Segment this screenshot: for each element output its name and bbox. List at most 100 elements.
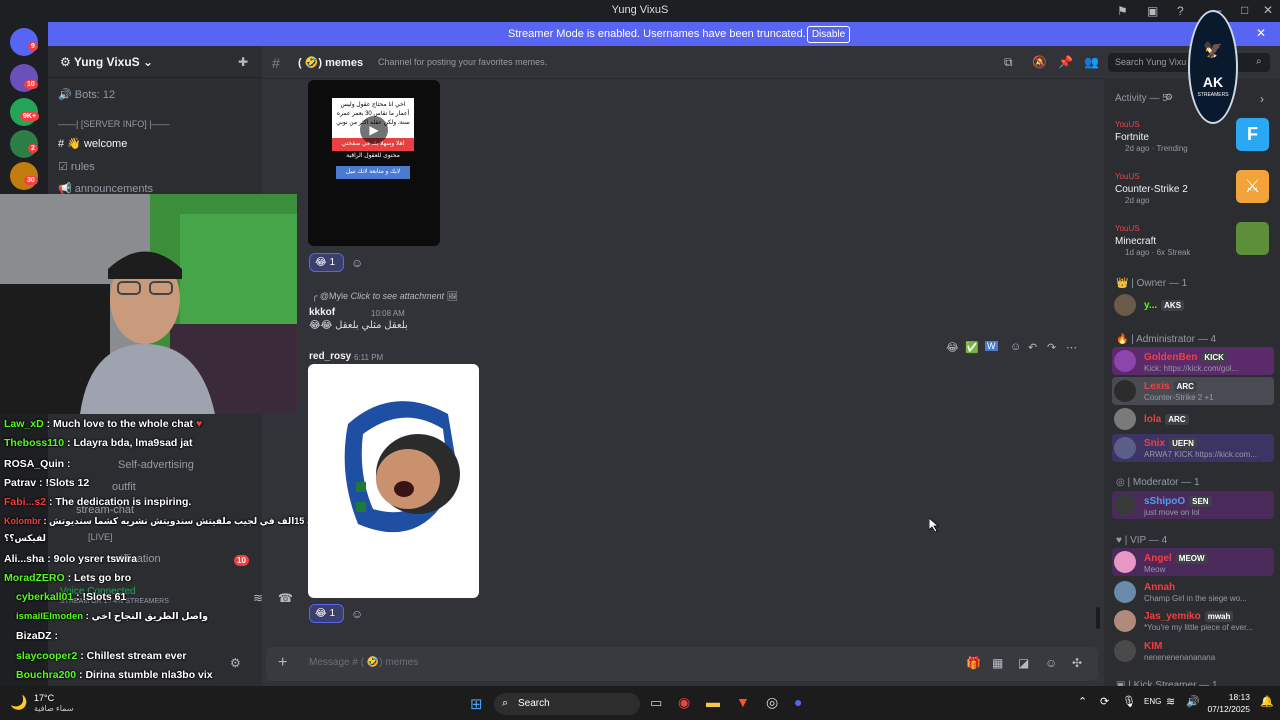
server-header[interactable]: ⚙ Yung VixuS ⌄ ✚ (48, 46, 262, 78)
disable-button[interactable]: Disable (807, 26, 850, 43)
add-reaction-icon[interactable]: ☺ (1010, 341, 1021, 353)
channel-rules[interactable]: ☑ rules (58, 160, 95, 173)
emoji-icon[interactable]: ☺ (1045, 656, 1057, 670)
channel-bots[interactable]: 🔊 Bots: 12 (58, 88, 115, 101)
reaction-pill[interactable]: 😂 1 (309, 604, 344, 623)
reaction-pill[interactable]: 😂 1 (309, 253, 344, 272)
activity-game[interactable]: Counter-Strike 2 (1115, 184, 1188, 195)
play-icon[interactable]: ▶ (360, 116, 388, 144)
chrome-icon[interactable]: ◉ (678, 694, 690, 711)
reply-icon[interactable]: ↶ (1028, 341, 1037, 354)
member-name[interactable]: Jas_yemiko mwah (1144, 611, 1234, 622)
avatar[interactable] (1114, 581, 1136, 603)
message-composer[interactable]: + Message # ( 🤣) memes 🎁 ▦ ◪ ☺ ✣ (266, 647, 1098, 681)
clock-time[interactable]: 18:13 (1208, 692, 1250, 702)
add-reaction-icon[interactable]: ☺ (351, 256, 363, 270)
member-name[interactable]: sShipoO SEN (1144, 496, 1212, 507)
mouse-cursor-icon (929, 518, 939, 532)
language-indicator[interactable]: ENG (1144, 697, 1161, 706)
disconnect-icon[interactable]: ☎ (278, 591, 293, 605)
avatar[interactable] (1114, 408, 1136, 430)
app-icon[interactable]: ◎ (766, 694, 778, 711)
discord-taskbar-icon[interactable]: ● (794, 694, 802, 710)
mic-icon[interactable]: 🎙 (1122, 695, 1136, 708)
gift-icon[interactable]: 🎁 (966, 656, 981, 670)
activity-game[interactable]: Fortnite (1115, 132, 1149, 143)
avatar[interactable] (1114, 610, 1136, 632)
react-w-icon[interactable]: W (985, 341, 998, 351)
avatar[interactable] (1114, 294, 1136, 316)
react-check-icon[interactable]: ✅ (965, 341, 979, 354)
search-input[interactable]: Search Yung Vixu (1115, 57, 1186, 67)
avatar[interactable] (1114, 494, 1136, 516)
inbox-icon[interactable]: ⚑ (1117, 4, 1128, 18)
member-name[interactable]: y... AKS (1144, 300, 1185, 311)
wifi-icon[interactable]: ≋ (1166, 695, 1175, 708)
weather-icon[interactable]: 🌙 (10, 694, 27, 711)
attach-plus-icon[interactable]: + (278, 654, 287, 672)
chevron-up-icon[interactable]: ⌃ (1078, 695, 1087, 708)
member-name[interactable]: KIM (1144, 641, 1162, 652)
activity-game[interactable]: Minecraft (1115, 236, 1156, 247)
avatar[interactable] (1114, 350, 1136, 372)
group-label: Administrator — 4 (1136, 334, 1217, 345)
taskbar-search[interactable]: ⌕ Search (494, 693, 640, 715)
gif-icon[interactable]: ▦ (992, 656, 1003, 670)
close-window-icon[interactable]: ✕ (1263, 3, 1273, 17)
minecraft-icon (1236, 222, 1269, 255)
mute-icon[interactable]: 🔕 (1032, 55, 1047, 69)
member-name[interactable]: GoldenBen KICK (1144, 352, 1227, 363)
reply-text: Click to see attachment (350, 291, 445, 301)
add-member-icon[interactable]: ✚ (238, 55, 248, 69)
gear-icon[interactable]: ⚙ (1165, 92, 1173, 103)
category-server-info[interactable]: ——| [SERVER INFO] |—— (58, 119, 170, 129)
clock-date[interactable]: 07/12/2025 (1204, 704, 1250, 714)
member-name[interactable]: lola ARC (1144, 414, 1189, 425)
avatar[interactable] (1114, 380, 1136, 402)
react-laugh-icon[interactable]: 😂 (946, 341, 959, 354)
member-name[interactable]: Snix UEFN (1144, 438, 1197, 449)
avatar[interactable] (1114, 551, 1136, 573)
reply-preview[interactable]: ╭ @Myle Click to see attachment 🖼 (312, 291, 458, 302)
task-view-icon[interactable]: ▭ (650, 695, 662, 711)
windows-start-icon[interactable]: ⊞ (470, 695, 483, 713)
member-name[interactable]: Lexis ARC (1144, 381, 1197, 392)
video-attachment[interactable]: اخي انا محتاج عقول وليس أعمار ما تقاس 30… (308, 80, 440, 246)
pin-icon[interactable]: 📌 (1058, 55, 1073, 69)
channel-welcome[interactable]: # 👋 welcome (58, 137, 127, 150)
screen-icon[interactable]: ▣ (1147, 4, 1158, 18)
sticker-icon[interactable]: ◪ (1018, 656, 1029, 670)
brave-icon[interactable]: ▼ (736, 694, 750, 710)
forward-icon[interactable]: ↷ (1047, 341, 1056, 354)
maximize-icon[interactable]: □ (1241, 3, 1248, 17)
file-explorer-icon[interactable]: ▬ (706, 694, 720, 710)
add-reaction-icon[interactable]: ☺ (351, 607, 363, 621)
avatar[interactable] (1114, 640, 1136, 662)
image-attachment[interactable] (308, 364, 479, 598)
volume-icon[interactable]: 🔊 (1186, 695, 1200, 708)
notifications-icon[interactable]: 🔔 (1260, 695, 1274, 708)
help-icon[interactable]: ? (1177, 4, 1184, 18)
streamer-mode-banner: Streamer Mode is enabled. Usernames have… (48, 22, 1280, 46)
tray-icon[interactable]: ⟳ (1100, 695, 1109, 708)
member-name[interactable]: Angel MEOW (1144, 553, 1208, 564)
members-icon[interactable]: 👥 (1084, 55, 1099, 69)
chevron-right-icon[interactable]: › (1260, 92, 1264, 106)
chat-user: Theboss110 (4, 437, 65, 449)
apps-icon[interactable]: ✣ (1072, 656, 1082, 670)
member-name[interactable]: Annah (1144, 582, 1175, 593)
chat-text: : The dedication is inspiring. (48, 496, 192, 508)
chat-user: Kolombr (4, 516, 41, 526)
chat-line: Patrav : !Slots 12 (4, 477, 89, 489)
chat-line: MoradZERO : Lets go bro (4, 572, 131, 584)
threads-icon[interactable]: ⧉ (1004, 55, 1013, 70)
message-author[interactable]: kkkof (309, 307, 335, 318)
scrollbar[interactable] (1096, 607, 1100, 629)
close-banner-icon[interactable]: ✕ (1256, 26, 1266, 40)
more-icon[interactable]: ⋯ (1066, 341, 1077, 354)
activity-header[interactable]: Activity — 5 (1115, 93, 1168, 104)
message-author[interactable]: red_rosy (309, 351, 351, 362)
message-input[interactable]: Message # ( 🤣) memes (309, 657, 418, 668)
avatar[interactable] (1114, 437, 1136, 459)
weather-temp[interactable]: 17°C (34, 693, 54, 703)
